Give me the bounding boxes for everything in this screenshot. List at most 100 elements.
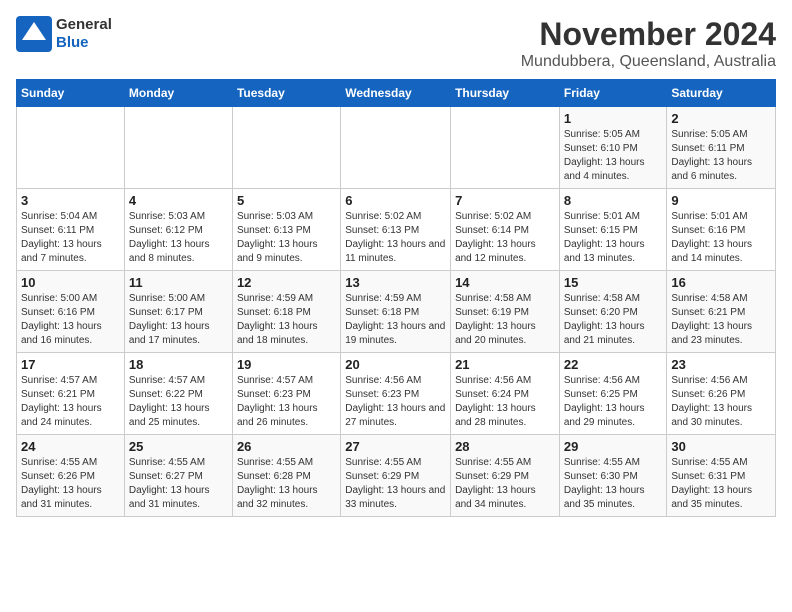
calendar-cell: 26Sunrise: 4:55 AM Sunset: 6:28 PM Dayli… [232, 435, 340, 517]
calendar-cell: 21 Sunrise: 4:56 AM Sunset: 6:24 PM Dayli… [451, 353, 560, 435]
calendar-cell: 16 Sunrise: 4:58 AM Sunset: 6:21 PM Dayli… [667, 271, 776, 353]
calendar-cell: 25Sunrise: 4:55 AM Sunset: 6:27 PM Dayli… [124, 435, 232, 517]
calendar-cell: 23 Sunrise: 4:56 AM Sunset: 6:26 PM Dayli… [667, 353, 776, 435]
day-info: Sunrise: 5:01 AM Sunset: 6:16 PM Dayligh… [671, 210, 771, 266]
day-number: 20 [345, 357, 446, 372]
logo: General Blue [16, 16, 112, 52]
month-title: November 2024 [521, 16, 776, 53]
calendar-header-row: SundayMondayTuesdayWednesdayThursdayFrid… [17, 80, 776, 107]
calendar-cell [232, 107, 340, 189]
day-info: Sunrise: 4:59 AM Sunset: 6:18 PM Dayligh… [345, 292, 446, 348]
logo-blue: Blue [56, 34, 89, 51]
day-info: Sunrise: 5:00 AM Sunset: 6:17 PM Dayligh… [129, 292, 228, 348]
calendar-week-row: 17Sunrise: 4:57 AM Sunset: 6:21 PM Dayli… [17, 353, 776, 435]
calendar-cell: 17Sunrise: 4:57 AM Sunset: 6:21 PM Dayli… [17, 353, 125, 435]
calendar-cell: 14 Sunrise: 4:58 AM Sunset: 6:19 PM Dayli… [451, 271, 560, 353]
day-of-week-header: Wednesday [341, 80, 451, 107]
day-info: Sunrise: 4:57 AM Sunset: 6:23 PM Dayligh… [237, 374, 336, 430]
calendar-cell: 28 Sunrise: 4:55 AM Sunset: 6:29 PM Dayli… [451, 435, 560, 517]
calendar-week-row: 10Sunrise: 5:00 AM Sunset: 6:16 PM Dayli… [17, 271, 776, 353]
day-info: Sunrise: 4:56 AM Sunset: 6:23 PM Dayligh… [345, 374, 446, 430]
calendar-cell: 27 Sunrise: 4:55 AM Sunset: 6:29 PM Dayli… [341, 435, 451, 517]
day-number: 5 [237, 193, 336, 208]
day-number: 18 [129, 357, 228, 372]
calendar-cell [451, 107, 560, 189]
day-info: Sunrise: 5:03 AM Sunset: 6:13 PM Dayligh… [237, 210, 336, 266]
day-number: 28 [455, 439, 555, 454]
calendar-cell: 6 Sunrise: 5:02 AM Sunset: 6:13 PM Daylig… [341, 189, 451, 271]
calendar-cell: 2 Sunrise: 5:05 AM Sunset: 6:11 PM Daylig… [667, 107, 776, 189]
day-number: 13 [345, 275, 446, 290]
calendar-cell [341, 107, 451, 189]
calendar-cell: 10Sunrise: 5:00 AM Sunset: 6:16 PM Dayli… [17, 271, 125, 353]
day-info: Sunrise: 4:59 AM Sunset: 6:18 PM Dayligh… [237, 292, 336, 348]
day-number: 30 [671, 439, 771, 454]
calendar-week-row: 3 Sunrise: 5:04 AM Sunset: 6:11 PM Daylig… [17, 189, 776, 271]
day-info: Sunrise: 5:03 AM Sunset: 6:12 PM Dayligh… [129, 210, 228, 266]
day-number: 2 [671, 111, 771, 126]
day-info: Sunrise: 4:58 AM Sunset: 6:20 PM Dayligh… [564, 292, 663, 348]
calendar-week-row: 1Sunrise: 5:05 AM Sunset: 6:10 PM Daylig… [17, 107, 776, 189]
day-number: 6 [345, 193, 446, 208]
day-info: Sunrise: 4:58 AM Sunset: 6:21 PM Dayligh… [671, 292, 771, 348]
calendar-cell: 22 Sunrise: 4:56 AM Sunset: 6:25 PM Dayli… [559, 353, 667, 435]
calendar-cell [17, 107, 125, 189]
day-info: Sunrise: 5:05 AM Sunset: 6:10 PM Dayligh… [564, 128, 663, 184]
day-info: Sunrise: 4:55 AM Sunset: 6:30 PM Dayligh… [564, 456, 663, 512]
day-number: 25 [129, 439, 228, 454]
day-info: Sunrise: 4:55 AM Sunset: 6:26 PM Dayligh… [21, 456, 120, 512]
day-number: 12 [237, 275, 336, 290]
day-info: Sunrise: 4:56 AM Sunset: 6:25 PM Dayligh… [564, 374, 663, 430]
logo-general: General [56, 16, 112, 33]
day-number: 16 [671, 275, 771, 290]
day-number: 22 [564, 357, 663, 372]
day-info: Sunrise: 4:56 AM Sunset: 6:24 PM Dayligh… [455, 374, 555, 430]
calendar-cell: 7Sunrise: 5:02 AM Sunset: 6:14 PM Daylig… [451, 189, 560, 271]
day-of-week-header: Tuesday [232, 80, 340, 107]
day-of-week-header: Friday [559, 80, 667, 107]
calendar-cell: 19 Sunrise: 4:57 AM Sunset: 6:23 PM Dayli… [232, 353, 340, 435]
page-header: General Blue November 2024 Mundubbera, Q… [16, 16, 776, 71]
day-info: Sunrise: 4:55 AM Sunset: 6:31 PM Dayligh… [671, 456, 771, 512]
calendar-cell: 4 Sunrise: 5:03 AM Sunset: 6:12 PM Daylig… [124, 189, 232, 271]
day-number: 24 [21, 439, 120, 454]
day-info: Sunrise: 5:01 AM Sunset: 6:15 PM Dayligh… [564, 210, 663, 266]
day-info: Sunrise: 5:05 AM Sunset: 6:11 PM Dayligh… [671, 128, 771, 184]
day-number: 3 [21, 193, 120, 208]
calendar-cell: 5 Sunrise: 5:03 AM Sunset: 6:13 PM Daylig… [232, 189, 340, 271]
calendar-cell: 3 Sunrise: 5:04 AM Sunset: 6:11 PM Daylig… [17, 189, 125, 271]
calendar-cell: 1Sunrise: 5:05 AM Sunset: 6:10 PM Daylig… [559, 107, 667, 189]
day-info: Sunrise: 4:55 AM Sunset: 6:29 PM Dayligh… [345, 456, 446, 512]
day-number: 27 [345, 439, 446, 454]
day-number: 17 [21, 357, 120, 372]
day-info: Sunrise: 4:58 AM Sunset: 6:19 PM Dayligh… [455, 292, 555, 348]
calendar-cell: 8 Sunrise: 5:01 AM Sunset: 6:15 PM Daylig… [559, 189, 667, 271]
calendar-cell: 9Sunrise: 5:01 AM Sunset: 6:16 PM Daylig… [667, 189, 776, 271]
day-number: 21 [455, 357, 555, 372]
day-info: Sunrise: 5:04 AM Sunset: 6:11 PM Dayligh… [21, 210, 120, 266]
day-number: 29 [564, 439, 663, 454]
day-info: Sunrise: 4:56 AM Sunset: 6:26 PM Dayligh… [671, 374, 771, 430]
logo-icon [16, 16, 52, 52]
calendar-table: SundayMondayTuesdayWednesdayThursdayFrid… [16, 79, 776, 517]
day-number: 14 [455, 275, 555, 290]
calendar-cell: 30 Sunrise: 4:55 AM Sunset: 6:31 PM Dayli… [667, 435, 776, 517]
day-number: 7 [455, 193, 555, 208]
day-number: 26 [237, 439, 336, 454]
calendar-cell [124, 107, 232, 189]
calendar-week-row: 24 Sunrise: 4:55 AM Sunset: 6:26 PM Dayli… [17, 435, 776, 517]
day-info: Sunrise: 5:00 AM Sunset: 6:16 PM Dayligh… [21, 292, 120, 348]
day-number: 8 [564, 193, 663, 208]
title-area: November 2024 Mundubbera, Queensland, Au… [521, 16, 776, 71]
day-of-week-header: Sunday [17, 80, 125, 107]
day-number: 23 [671, 357, 771, 372]
calendar-cell: 20 Sunrise: 4:56 AM Sunset: 6:23 PM Dayli… [341, 353, 451, 435]
day-number: 4 [129, 193, 228, 208]
calendar-cell: 11Sunrise: 5:00 AM Sunset: 6:17 PM Dayli… [124, 271, 232, 353]
day-info: Sunrise: 5:02 AM Sunset: 6:13 PM Dayligh… [345, 210, 446, 266]
day-number: 19 [237, 357, 336, 372]
day-info: Sunrise: 4:55 AM Sunset: 6:29 PM Dayligh… [455, 456, 555, 512]
calendar-cell: 24 Sunrise: 4:55 AM Sunset: 6:26 PM Dayli… [17, 435, 125, 517]
day-of-week-header: Saturday [667, 80, 776, 107]
calendar-cell: 29 Sunrise: 4:55 AM Sunset: 6:30 PM Dayli… [559, 435, 667, 517]
